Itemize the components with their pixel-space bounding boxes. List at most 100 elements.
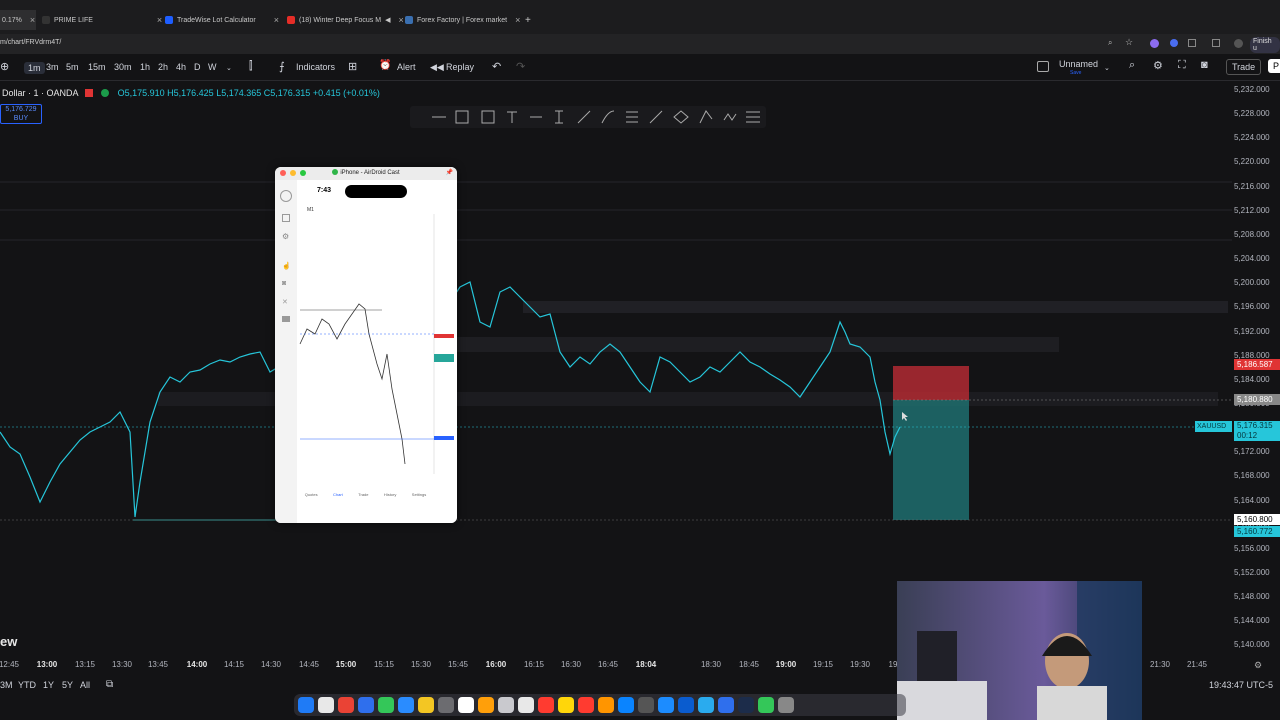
minimize-window-icon[interactable] [290,170,296,176]
tab-prime-life[interactable]: PRIME LIFE × [42,10,162,30]
timeframe-1h[interactable]: 1h [140,62,150,72]
camera-icon[interactable]: ◙ [282,280,286,287]
chevron-down-icon[interactable]: ⌄ [226,64,232,72]
range-5y[interactable]: 5Y [62,680,73,690]
dock-app-icon[interactable] [538,697,554,713]
save-label[interactable]: Save [1070,70,1081,76]
tab-tradewise[interactable]: TradeWise Lot Calculator × [165,10,279,30]
range-3m[interactable]: 3M [0,680,13,690]
extension-icon[interactable] [1212,39,1220,47]
extension-icon[interactable] [1188,39,1196,47]
screen-icon[interactable] [282,214,290,222]
gear-icon[interactable]: ⚙ [282,232,289,241]
dock-app-icon[interactable] [758,697,774,713]
fullscreen-icon[interactable]: ⛶ [1178,59,1186,72]
dock-app-icon[interactable] [398,697,414,713]
dock-app-icon[interactable] [678,697,694,713]
record-icon[interactable] [282,316,290,322]
phone-timeframe[interactable]: M1 [307,207,314,213]
close-tab-icon[interactable]: × [30,15,35,25]
clock[interactable]: 19:43:47 UTC-5 [1209,680,1273,690]
dock-app-icon[interactable] [578,697,594,713]
timeframe-2h[interactable]: 2h [158,62,168,72]
indicators-button[interactable]: Indicators [296,62,335,72]
pin-icon[interactable]: 📌 [446,167,453,180]
close-window-icon[interactable] [280,170,286,176]
camera-icon[interactable]: ◙ [1201,59,1208,71]
dock-app-icon[interactable] [618,697,634,713]
dock-app-icon[interactable] [778,697,794,713]
url-field[interactable]: m/chart/FRVdrm4T/ [0,39,61,46]
gear-icon[interactable]: ⚙ [1254,660,1262,671]
mute-icon[interactable]: ✕ [282,298,288,306]
dock-app-icon[interactable] [638,697,654,713]
timeframe-30m[interactable]: 30m [114,62,132,72]
dock-app-icon[interactable] [298,697,314,713]
phone-tab-trade[interactable]: Trade [358,492,368,522]
layout-name[interactable]: Unnamed [1059,59,1098,69]
dock-app-icon[interactable] [598,697,614,713]
undo-icon[interactable]: ↶ [492,60,501,73]
dock-app-icon[interactable] [498,697,514,713]
timeframe-1m[interactable]: 1m [24,62,45,74]
close-tab-icon[interactable]: × [274,15,279,25]
bookmark-star-icon[interactable]: ☆ [1125,37,1133,48]
search-icon[interactable]: ⌕ [1129,59,1135,72]
close-tab-icon[interactable]: × [398,15,403,25]
dock-app-icon[interactable] [338,697,354,713]
profile-avatar[interactable] [1234,39,1243,48]
new-tab-button[interactable]: + [525,10,531,30]
candle-type-icon[interactable]: ⫿ [249,60,253,73]
finish-update-button[interactable]: Finish u [1250,37,1280,53]
chevron-down-icon[interactable]: ⌄ [1104,64,1110,72]
range-ytd[interactable]: YTD [18,680,36,690]
phone-screen[interactable]: 7:43 M1 Quotes Chart Trade History Setti… [297,180,457,523]
dock-app-icon[interactable] [358,697,374,713]
alert-button[interactable]: Alert [397,62,416,72]
date-range-icon[interactable]: ⧉ [106,679,113,690]
phone-tab-history[interactable]: History [384,492,396,522]
dock-app-icon[interactable] [518,697,534,713]
tab-youtube[interactable]: (18) Winter Deep Focus M ◀ × [287,10,404,30]
dock-app-icon[interactable] [418,697,434,713]
timeframe-15m[interactable]: 15m [88,62,106,72]
dock-app-icon[interactable] [458,697,474,713]
dock-app-icon[interactable] [438,697,454,713]
dock-app-icon[interactable] [558,697,574,713]
phone-tab-quotes[interactable]: Quotes [305,492,318,522]
airdroid-cast-window[interactable]: iPhone - AirDroid Cast 📌 ⚙ ☝ ◙ ✕ 7:43 M1… [275,167,457,523]
replay-button[interactable]: Replay [446,62,474,72]
timeframe-4h[interactable]: 4h [176,62,186,72]
range-1y[interactable]: 1Y [43,680,54,690]
dock-app-icon[interactable] [738,697,754,713]
extension-icon[interactable] [1150,39,1159,48]
layout-icon[interactable] [1037,61,1049,72]
phone-tab-chart[interactable]: Chart [333,492,343,522]
tab-forex-factory[interactable]: Forex Factory | Forex market × [405,10,520,30]
gear-icon[interactable]: ⚙ [1153,59,1163,72]
avatar[interactable] [280,190,292,202]
dock-app-icon[interactable] [318,697,334,713]
timeframe-w[interactable]: W [208,62,217,72]
phone-tab-settings[interactable]: Settings [412,492,426,522]
zoom-icon[interactable]: ⌕ [1108,38,1112,48]
dock-app-icon[interactable] [718,697,734,713]
publish-button[interactable]: P [1268,59,1280,73]
dock-app-icon[interactable] [378,697,394,713]
extension-icon[interactable] [1170,39,1178,47]
close-tab-icon[interactable]: × [157,15,162,25]
maximize-window-icon[interactable] [300,170,306,176]
close-tab-icon[interactable]: × [515,15,520,25]
timeframe-d[interactable]: D [194,62,201,72]
timeframe-3m[interactable]: 3m [46,62,59,72]
trade-button[interactable]: Trade [1226,59,1262,75]
dock-app-icon[interactable] [698,697,714,713]
dock-app-icon[interactable] [478,697,494,713]
chart-canvas[interactable]: Dollar · 1 · OANDA O5,175.910 H5,176.425… [0,82,1280,657]
redo-icon[interactable]: ↷ [516,60,525,73]
timeframe-5m[interactable]: 5m [66,62,79,72]
templates-icon[interactable]: ⊞ [348,60,357,73]
touch-icon[interactable]: ☝ [282,262,291,270]
add-symbol-icon[interactable]: ⊕ [0,60,9,73]
range-all[interactable]: All [80,680,90,690]
